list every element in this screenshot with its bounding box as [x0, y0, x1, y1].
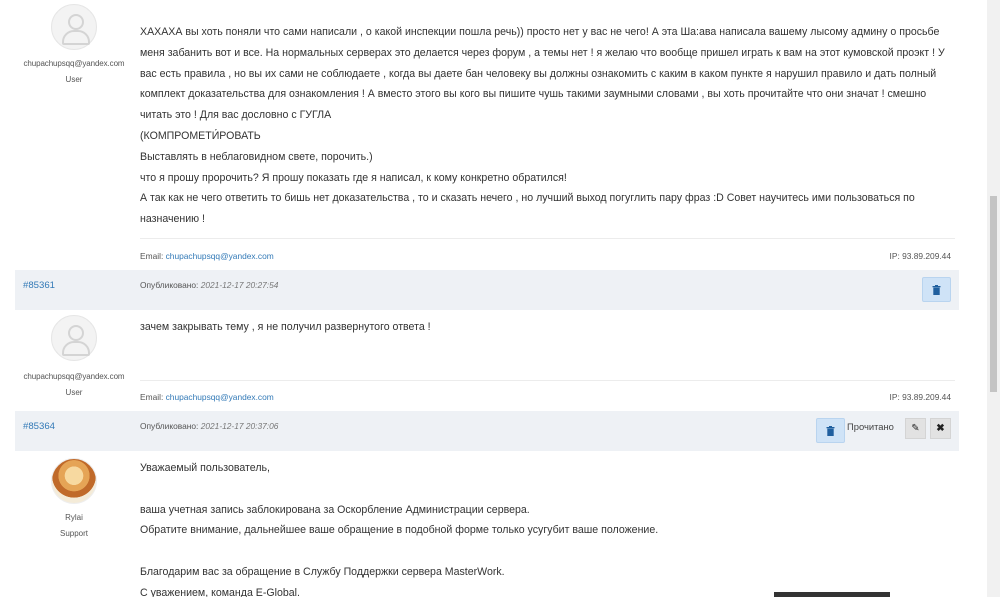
- default-user-icon: [51, 315, 97, 361]
- published-date: Опубликовано: 2021-12-17 20:27:54: [140, 280, 279, 290]
- post-paragraph: зачем закрывать тему , я не получил разв…: [140, 321, 431, 333]
- edit-button[interactable]: ✎: [905, 418, 926, 439]
- post-meta-bar: #85364 Опубликовано: 2021-12-17 20:37:06…: [15, 411, 959, 451]
- author-email: chupachupsqq@yandex.com: [23, 59, 125, 68]
- delete-button[interactable]: [922, 277, 951, 302]
- post-paragraph: Уважаемый пользователь,: [140, 462, 270, 474]
- post-ip: IP: 93.89.209.44: [889, 392, 951, 402]
- post-paragraph: (КОМПРОМЕТИ́РОВАТЬ: [140, 129, 261, 142]
- post-paragraph: что я прошу пророчить? Я прошу показать …: [140, 171, 567, 184]
- divider: [140, 238, 955, 239]
- author-email: chupachupsqq@yandex.com: [23, 372, 125, 381]
- divider: [140, 380, 955, 381]
- post-ip: IP: 93.89.209.44: [889, 251, 951, 261]
- author-role: Support: [59, 529, 89, 538]
- post-email: Email: chupachupsqq@yandex.com: [140, 251, 274, 261]
- read-status: Прочитано: [847, 421, 894, 432]
- post-text: Уважаемый пользователь, ваша учетная зап…: [140, 458, 955, 597]
- default-user-icon: [51, 4, 97, 50]
- author-role: User: [65, 75, 83, 84]
- scrollbar-thumb[interactable]: [990, 196, 997, 392]
- close-icon: ✖: [936, 423, 945, 434]
- post-id-link[interactable]: #85364: [23, 421, 55, 432]
- published-date: Опубликовано: 2021-12-17 20:37:06: [140, 421, 279, 431]
- delete-button[interactable]: [816, 418, 845, 443]
- email-link[interactable]: chupachupsqq@yandex.com: [166, 392, 274, 402]
- post-author: Rylai Support: [15, 458, 133, 538]
- post-author: chupachupsqq@yandex.com User: [15, 315, 133, 397]
- post-author: chupachupsqq@yandex.com User: [15, 4, 133, 84]
- author-name: Rylai: [65, 513, 83, 522]
- ticket-thread: chupachupsqq@yandex.com User ХАХАХА вы х…: [0, 0, 987, 597]
- trash-icon: [826, 425, 835, 436]
- bottom-overlay-bar: [774, 592, 890, 597]
- post-paragraph: Выставлять в неблаговидном свете, порочи…: [140, 150, 373, 163]
- post-id-link[interactable]: #85361: [23, 280, 55, 291]
- trash-icon: [932, 284, 941, 295]
- post-paragraph: ХАХАХА вы хоть поняли что сами написали …: [140, 26, 945, 122]
- post: chupachupsqq@yandex.com User зачем закры…: [15, 310, 959, 411]
- post: chupachupsqq@yandex.com User ХАХАХА вы х…: [15, 0, 959, 270]
- post-email: Email: chupachupsqq@yandex.com: [140, 392, 274, 402]
- post-paragraph: Благодарим вас за обращение в Службу Под…: [140, 565, 505, 578]
- edit-icon: ✎: [911, 423, 920, 434]
- post-meta-bar: #85361 Опубликовано: 2021-12-17 20:27:54: [15, 270, 959, 310]
- author-role: User: [65, 388, 83, 397]
- post-text: ХАХАХА вы хоть поняли что сами написали …: [140, 22, 955, 230]
- post-paragraph: ваша учетная запись заблокирована за Оск…: [140, 503, 530, 516]
- email-link[interactable]: chupachupsqq@yandex.com: [166, 251, 274, 261]
- post-paragraph: Обратите внимание, дальнейшее ваше обращ…: [140, 524, 659, 537]
- close-button[interactable]: ✖: [930, 418, 951, 439]
- post: Rylai Support Уважаемый пользователь, ва…: [15, 451, 959, 597]
- post-text: зачем закрывать тему , я не получил разв…: [140, 317, 955, 338]
- post-paragraph: А так как не чего ответить то бишь нет д…: [140, 192, 915, 226]
- rylai-avatar: [51, 458, 97, 504]
